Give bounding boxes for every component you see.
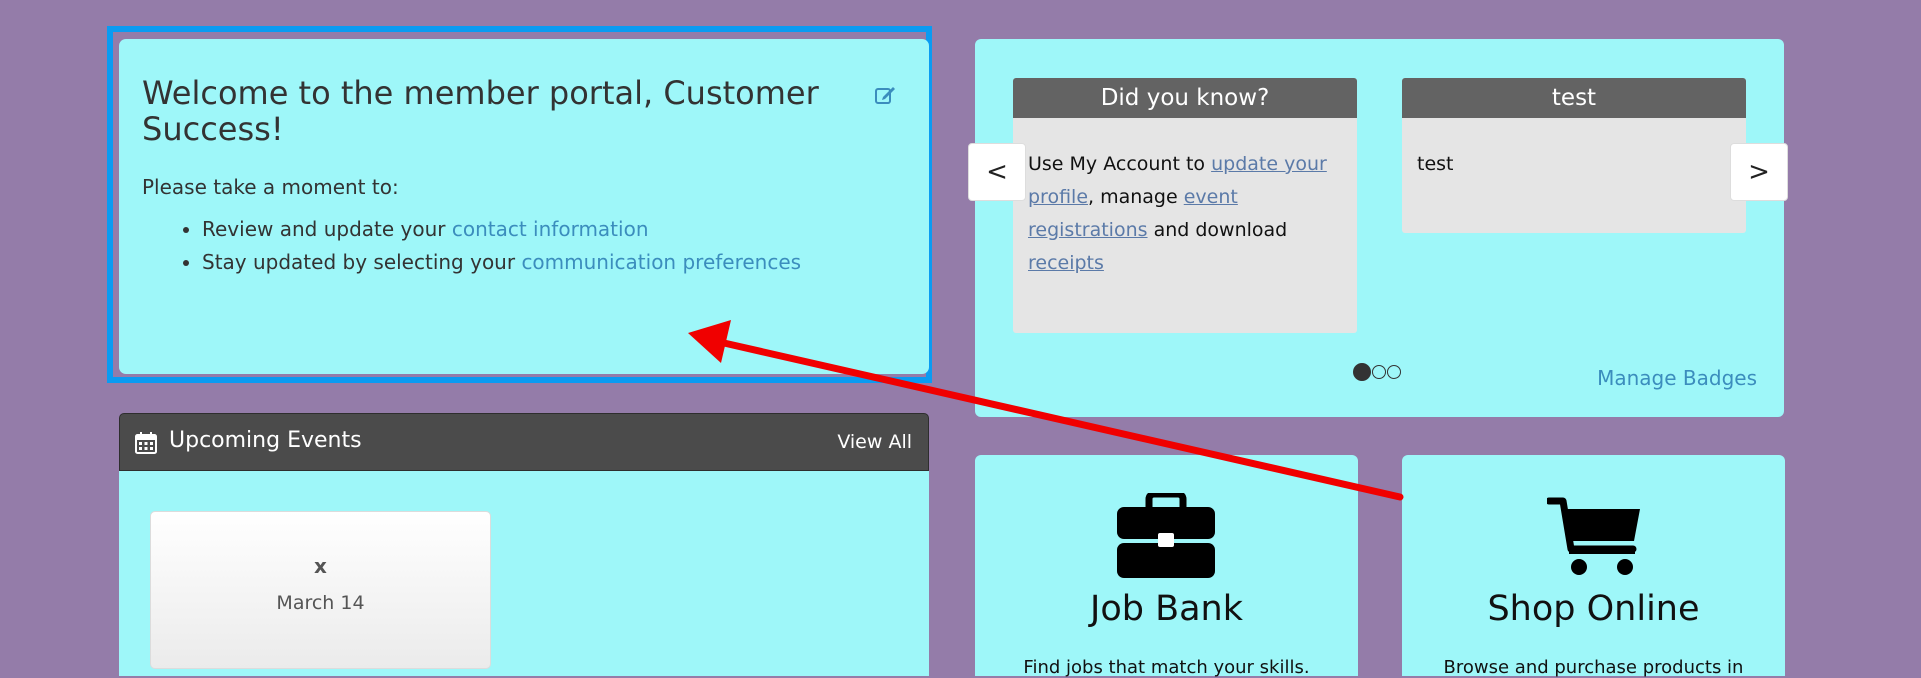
event-date: March 14 [276,592,365,614]
badge-card-body: test [1417,153,1454,175]
shop-online-tile[interactable]: Shop Online Browse and purchase products… [1402,455,1785,678]
event-title: x [314,554,327,578]
tile-description: Browse and purchase products in [1443,657,1744,678]
list-item: Stay updated by selecting your communica… [202,246,906,279]
receipts-link[interactable]: receipts [1028,252,1104,274]
tile-title: Shop Online [1487,589,1700,629]
carousel-dot-3[interactable] [1387,365,1401,379]
contact-information-link[interactable]: contact information [452,217,649,241]
badge-card-did-you-know: Did you know? Use My Account to update y… [1013,78,1357,333]
carousel-dots [1353,363,1402,383]
tile-description: Find jobs that match your skills. [1023,657,1310,678]
welcome-intro: Please take a moment to: [142,175,399,199]
view-all-events-link[interactable]: View All [837,431,912,453]
list-item-text: Stay updated by selecting your [202,250,522,274]
carousel-dot-1[interactable] [1353,363,1371,381]
carousel-next-button[interactable]: > [1730,143,1788,201]
badge-text: , manage [1088,186,1184,208]
welcome-task-list: Review and update your contact informati… [142,213,906,279]
edit-icon[interactable] [874,84,896,106]
calendar-icon [134,431,158,455]
job-bank-tile[interactable]: Job Bank Find jobs that match your skill… [975,455,1358,678]
list-item: Review and update your contact informati… [202,213,906,246]
welcome-title: Welcome to the member portal, Customer S… [142,74,819,148]
events-header: Upcoming Events View All [119,413,929,471]
carousel-dot-2[interactable] [1372,365,1386,379]
badge-text: and download [1147,219,1288,241]
badge-card-body: Use My Account to update your profile, m… [1013,118,1357,295]
list-item-text: Review and update your [202,217,452,241]
welcome-panel: Welcome to the member portal, Customer S… [119,39,929,374]
badge-text: Use My Account to [1028,153,1212,175]
badge-card-title: test [1402,78,1746,118]
badges-panel: Did you know? Use My Account to update y… [968,39,1788,417]
communication-preferences-link[interactable]: communication preferences [521,250,801,274]
badge-card-title: Did you know? [1013,78,1357,118]
carousel-prev-button[interactable]: < [968,143,1026,201]
tile-title: Job Bank [1090,589,1243,629]
event-card[interactable]: x March 14 [150,511,491,669]
briefcase-icon [1116,490,1216,583]
events-body: x March 14 [119,471,929,676]
shopping-cart-icon [1545,497,1643,581]
badge-card-test: test test [1402,78,1746,233]
events-title: Upcoming Events [169,428,362,453]
manage-badges-link[interactable]: Manage Badges [1597,366,1757,390]
